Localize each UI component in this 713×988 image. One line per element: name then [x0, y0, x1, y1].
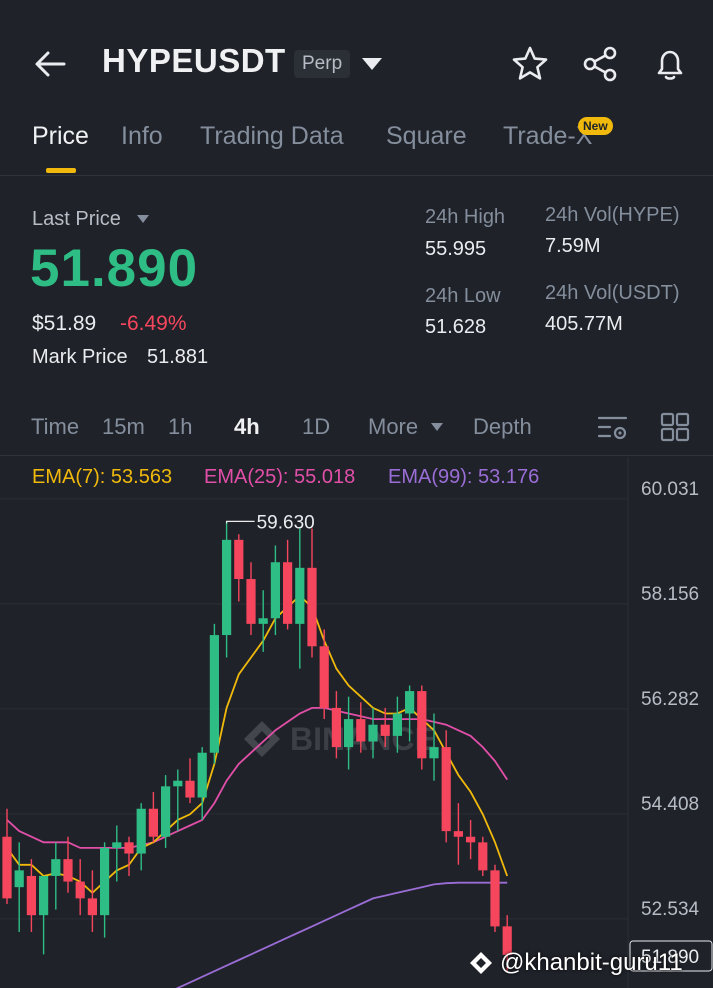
candle [441, 730, 451, 843]
candle [307, 528, 317, 658]
layout-grid-icon[interactable] [658, 410, 692, 444]
tf-4h[interactable]: 4h [234, 414, 260, 440]
last-price-label[interactable]: Last Price [32, 208, 121, 231]
candle [234, 534, 244, 602]
vol-quote-label: 24h Vol(USDT) [545, 282, 680, 304]
candle [453, 803, 463, 865]
tf-15m[interactable]: 15m [102, 414, 145, 440]
ema99-line [175, 881, 508, 988]
candle [87, 870, 97, 932]
candle [478, 836, 488, 876]
candle [124, 836, 134, 876]
high-value: 55.995 [425, 238, 487, 260]
candle [26, 859, 36, 932]
candle [283, 539, 293, 630]
candle [161, 775, 171, 848]
candle [39, 875, 49, 955]
candle [148, 791, 158, 843]
binance-logo-icon [470, 952, 492, 974]
tab-trading-data[interactable]: Trading Data [200, 122, 344, 151]
tab-price[interactable]: Price [32, 122, 89, 151]
low-label: 24h Low [425, 285, 501, 307]
candle [466, 819, 476, 860]
new-badge: New [578, 117, 613, 135]
candle [258, 590, 268, 652]
dropdown-triangle-icon[interactable] [360, 54, 384, 74]
last-price: 51.890 [30, 239, 199, 298]
indicator-settings-icon[interactable] [596, 410, 630, 444]
candle [136, 803, 146, 871]
symbol-title[interactable]: HYPEUSDT [102, 42, 286, 80]
back-arrow-icon[interactable] [30, 44, 70, 84]
vol-quote-value: 405.77M [545, 313, 623, 335]
y-tick-label: 56.282 [641, 689, 699, 710]
candle [417, 685, 427, 770]
vol-base-value: 7.59M [545, 235, 601, 257]
tab-square[interactable]: Square [386, 122, 467, 151]
watermark-handle-text: @khanbit-guru11 [500, 949, 683, 976]
tf-more[interactable]: More [368, 414, 418, 440]
tf-time[interactable]: Time [31, 414, 79, 440]
y-tick-label: 60.031 [641, 479, 699, 500]
more-caret-icon[interactable] [430, 422, 444, 432]
y-tick-label: 54.408 [641, 794, 699, 815]
active-tab-indicator [46, 168, 76, 173]
low-value: 51.628 [425, 316, 487, 338]
tf-depth[interactable]: Depth [473, 414, 532, 440]
candle [197, 747, 207, 820]
mark-price-value: 51.881 [147, 346, 209, 368]
y-tick-label: 58.156 [641, 584, 699, 605]
candle [185, 758, 195, 804]
y-tick-label: 52.534 [641, 899, 700, 920]
header: HYPEUSDT Perp [0, 0, 713, 120]
candle [344, 696, 354, 770]
vol-base-label: 24h Vol(HYPE) [545, 204, 680, 226]
bell-icon[interactable] [650, 44, 690, 84]
star-icon[interactable] [510, 44, 550, 84]
tf-1d[interactable]: 1D [302, 414, 330, 440]
candle [246, 562, 256, 636]
candle [75, 859, 85, 916]
candle [270, 545, 280, 636]
tf-1h[interactable]: 1h [168, 414, 192, 440]
price-change: -6.49% [120, 312, 187, 335]
candle [63, 836, 73, 893]
tab-info[interactable]: Info [121, 122, 163, 151]
contract-type-badge: Perp [294, 50, 351, 78]
high-marker-line [226, 520, 255, 524]
high-marker-label: 59.630 [257, 512, 315, 533]
high-label: 24h High [425, 206, 506, 228]
candlestick-chart[interactable]: BINANCE 59.630 60.03158.15656.28254.4085… [0, 457, 713, 988]
share-icon[interactable] [580, 44, 620, 84]
candle [295, 528, 305, 669]
candle [100, 842, 110, 938]
mark-price-label: Mark Price [32, 346, 128, 368]
ema99-label: EMA(99): 53.176 [388, 466, 540, 488]
candle [490, 864, 500, 932]
usd-price: $51.89 [32, 312, 97, 335]
caret-down-icon[interactable] [136, 214, 150, 224]
price-stats: Last Price 51.890 $51.89 -6.49% Mark Pri… [0, 190, 713, 390]
candle [319, 629, 329, 720]
timeframe-bar: Time 15m 1h 4h 1D More Depth [0, 400, 713, 456]
watermark-handle: @khanbit-guru11 [468, 946, 683, 980]
candle [209, 623, 219, 764]
ema25-label: EMA(25): 55.018 [204, 466, 356, 488]
candle [51, 842, 61, 910]
ema7-label: EMA(7): 53.563 [32, 466, 173, 488]
candle [222, 521, 232, 658]
